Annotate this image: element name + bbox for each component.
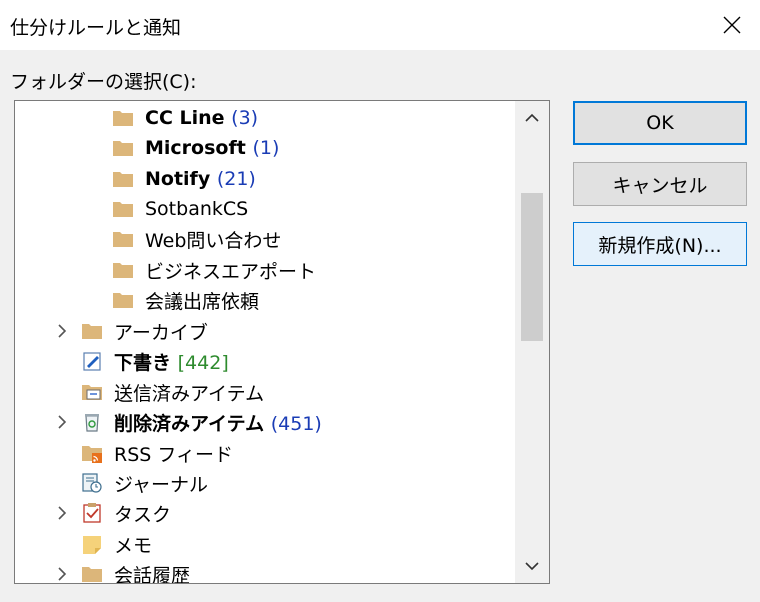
tree-item-cc-line[interactable]: CC Line (3) xyxy=(15,103,515,133)
unread-count: (1) xyxy=(252,137,280,159)
tree-item-sent-items[interactable]: 送信済みアイテム xyxy=(15,377,515,407)
folder-icon xyxy=(82,324,102,339)
new-folder-button[interactable]: 新規作成(N)... xyxy=(573,222,747,266)
tree-item-label: メモ xyxy=(114,534,153,557)
tasks-icon xyxy=(83,503,101,523)
chevron-right-icon xyxy=(58,506,67,520)
tree-item-drafts[interactable]: 下書き [442] xyxy=(15,346,515,376)
tree-item-label: ジャーナル xyxy=(114,473,209,496)
title-bar: 仕分けルールと通知 xyxy=(0,0,760,50)
close-button[interactable] xyxy=(712,6,752,44)
expand-toggle[interactable] xyxy=(55,324,69,338)
ok-button[interactable]: OK xyxy=(573,101,747,145)
rss-feed-icon xyxy=(82,446,102,463)
tree-item-label: Web問い合わせ xyxy=(145,229,282,252)
chevron-right-icon xyxy=(58,567,67,581)
chevron-up-icon xyxy=(525,113,539,122)
tree-item-notes[interactable]: メモ xyxy=(15,529,515,559)
tree-item-meeting-requests[interactable]: 会議出席依頼 xyxy=(15,285,515,315)
vertical-scrollbar[interactable] xyxy=(515,101,549,583)
tree-item-label: RSS フィード xyxy=(114,443,233,466)
unread-count: (21) xyxy=(216,168,256,190)
tree-item-notify[interactable]: Notify (21) xyxy=(15,164,515,194)
scroll-thumb[interactable] xyxy=(521,193,543,341)
expand-toggle[interactable] xyxy=(55,415,69,429)
close-icon xyxy=(723,16,741,34)
sent-items-icon xyxy=(82,385,102,400)
drafts-icon xyxy=(83,352,101,371)
tree-item-label: SotbankCS xyxy=(145,198,249,220)
tree-item-label: 送信済みアイテム xyxy=(114,382,265,405)
tree-item-web-inquiry[interactable]: Web問い合わせ xyxy=(15,224,515,254)
scroll-down-button[interactable] xyxy=(515,549,549,583)
folder-tree[interactable]: CC Line (3) Microsoft (1) Notify (21) So… xyxy=(14,100,550,584)
cancel-button[interactable]: キャンセル xyxy=(573,162,747,206)
tree-item-label: Notify xyxy=(145,168,211,190)
unread-count: (451) xyxy=(270,412,322,435)
folder-select-label: フォルダーの選択(C): xyxy=(10,71,197,93)
folder-icon xyxy=(113,111,133,126)
unread-count: (3) xyxy=(231,107,259,129)
tree-item-label: 会話履歴 xyxy=(114,564,191,584)
chevron-down-icon xyxy=(525,562,539,571)
window-title: 仕分けルールと通知 xyxy=(10,17,182,39)
tree-item-label: タスク xyxy=(114,503,172,526)
tree-item-label: CC Line xyxy=(145,107,225,129)
folder-icon xyxy=(82,567,102,582)
chevron-right-icon xyxy=(58,324,67,338)
scroll-up-button[interactable] xyxy=(515,101,549,135)
tree-item-rss-feeds[interactable]: RSS フィード xyxy=(15,438,515,468)
folder-icon xyxy=(113,293,133,308)
tree-item-archive[interactable]: アーカイブ xyxy=(15,316,515,346)
tree-item-deleted-items[interactable]: 削除済みアイテム (451) xyxy=(15,407,515,437)
tree-item-sotbankcs[interactable]: SotbankCS xyxy=(15,194,515,224)
folder-icon xyxy=(113,263,133,278)
folder-icon xyxy=(113,202,133,217)
folder-icon xyxy=(113,172,133,187)
draft-count: [442] xyxy=(177,351,229,374)
tree-item-label: アーカイブ xyxy=(114,321,208,344)
folder-icon xyxy=(113,232,133,247)
tree-item-label: 下書き xyxy=(114,351,172,374)
chevron-right-icon xyxy=(58,415,67,429)
tree-item-label: ビジネスエアポート xyxy=(145,260,317,283)
tree-item-conversation-history[interactable]: 会話履歴 xyxy=(15,559,515,583)
tree-item-business-airport[interactable]: ビジネスエアポート xyxy=(15,255,515,285)
notes-icon xyxy=(83,536,101,554)
journal-icon xyxy=(82,473,102,493)
tree-item-label: 削除済みアイテム xyxy=(114,412,265,435)
recycle-bin-icon xyxy=(85,414,99,432)
tree-item-journal[interactable]: ジャーナル xyxy=(15,468,515,498)
tree-item-tasks[interactable]: タスク xyxy=(15,498,515,528)
tree-item-microsoft[interactable]: Microsoft (1) xyxy=(15,133,515,163)
folder-icon xyxy=(113,141,133,156)
expand-toggle[interactable] xyxy=(55,567,69,581)
expand-toggle[interactable] xyxy=(55,506,69,520)
tree-item-label: Microsoft xyxy=(145,137,246,159)
tree-item-label: 会議出席依頼 xyxy=(145,290,260,313)
folder-tree-list: CC Line (3) Microsoft (1) Notify (21) So… xyxy=(15,101,515,583)
